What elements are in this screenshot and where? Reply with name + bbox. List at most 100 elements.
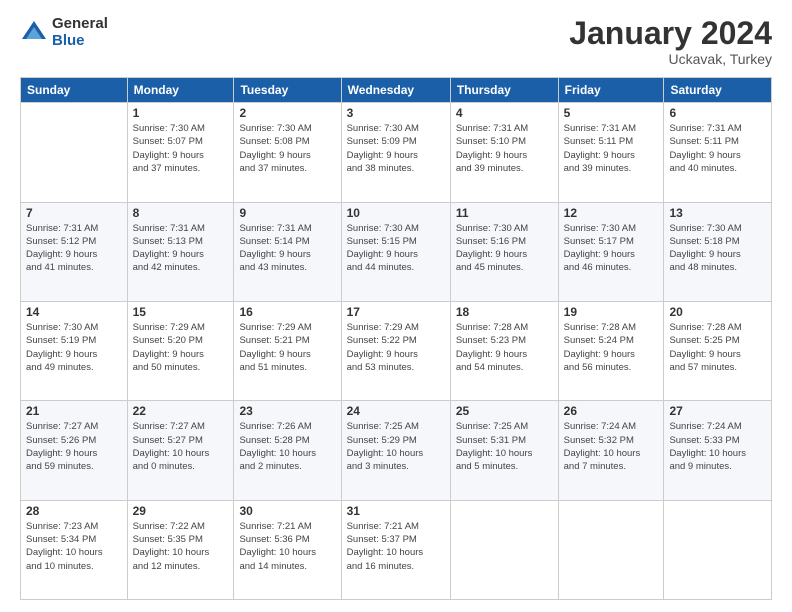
calendar-cell: 26 Sunrise: 7:24 AMSunset: 5:32 PMDayligh… <box>558 401 664 500</box>
calendar-cell: 27Sunrise: 7:24 AMSunset: 5:33 PMDayligh… <box>664 401 772 500</box>
calendar-cell: 4Sunrise: 7:31 AMSunset: 5:10 PMDaylight… <box>450 103 558 202</box>
calendar-cell: 8 Sunrise: 7:31 AMSunset: 5:13 PMDaylight… <box>127 202 234 301</box>
day-info: Sunrise: 7:30 AMSunset: 5:17 PMDaylight:… <box>564 222 659 275</box>
calendar-cell: 10 Sunrise: 7:30 AMSunset: 5:15 PMDayligh… <box>341 202 450 301</box>
calendar-cell: 20Sunrise: 7:28 AMSunset: 5:25 PMDayligh… <box>664 301 772 400</box>
day-info: Sunrise: 7:29 AMSunset: 5:21 PMDaylight:… <box>239 321 335 374</box>
weekday-header-sunday: Sunday <box>21 78 128 103</box>
day-info: Sunrise: 7:30 AMSunset: 5:19 PMDaylight:… <box>26 321 122 374</box>
calendar-week-4: 21 Sunrise: 7:27 AMSunset: 5:26 PMDayligh… <box>21 401 772 500</box>
day-info: Sunrise: 7:31 AMSunset: 5:12 PMDaylight:… <box>26 222 122 275</box>
day-number: 28 <box>26 504 122 518</box>
day-number: 9 <box>239 206 335 220</box>
day-number: 14 <box>26 305 122 319</box>
day-number: 29 <box>133 504 229 518</box>
day-info: Sunrise: 7:31 AMSunset: 5:11 PMDaylight:… <box>564 122 659 175</box>
day-number: 30 <box>239 504 335 518</box>
day-number: 27 <box>669 404 766 418</box>
logo-text: General Blue <box>52 16 108 49</box>
calendar-cell: 19Sunrise: 7:28 AMSunset: 5:24 PMDayligh… <box>558 301 664 400</box>
logo-general-text: General <box>52 16 108 33</box>
calendar-cell: 30 Sunrise: 7:21 AMSunset: 5:36 PMDayligh… <box>234 500 341 599</box>
calendar-cell <box>664 500 772 599</box>
weekday-header-wednesday: Wednesday <box>341 78 450 103</box>
day-info: Sunrise: 7:22 AMSunset: 5:35 PMDaylight:… <box>133 520 229 573</box>
day-number: 22 <box>133 404 229 418</box>
day-info: Sunrise: 7:27 AMSunset: 5:27 PMDaylight:… <box>133 420 229 473</box>
calendar-header: SundayMondayTuesdayWednesdayThursdayFrid… <box>21 78 772 103</box>
weekday-header-monday: Monday <box>127 78 234 103</box>
day-number: 31 <box>347 504 445 518</box>
calendar-cell: 12 Sunrise: 7:30 AMSunset: 5:17 PMDayligh… <box>558 202 664 301</box>
day-info: Sunrise: 7:21 AMSunset: 5:36 PMDaylight:… <box>239 520 335 573</box>
day-info: Sunrise: 7:30 AMSunset: 5:07 PMDaylight:… <box>133 122 229 175</box>
day-info: Sunrise: 7:24 AMSunset: 5:32 PMDaylight:… <box>564 420 659 473</box>
day-info: Sunrise: 7:30 AMSunset: 5:09 PMDaylight:… <box>347 122 445 175</box>
day-info: Sunrise: 7:31 AMSunset: 5:11 PMDaylight:… <box>669 122 766 175</box>
day-info: Sunrise: 7:27 AMSunset: 5:26 PMDaylight:… <box>26 420 122 473</box>
calendar-week-5: 28Sunrise: 7:23 AMSunset: 5:34 PMDayligh… <box>21 500 772 599</box>
calendar-cell: 21 Sunrise: 7:27 AMSunset: 5:26 PMDayligh… <box>21 401 128 500</box>
weekday-header-saturday: Saturday <box>664 78 772 103</box>
calendar-cell: 16Sunrise: 7:29 AMSunset: 5:21 PMDayligh… <box>234 301 341 400</box>
day-info: Sunrise: 7:28 AMSunset: 5:25 PMDaylight:… <box>669 321 766 374</box>
calendar-cell: 14 Sunrise: 7:30 AMSunset: 5:19 PMDayligh… <box>21 301 128 400</box>
day-info: Sunrise: 7:30 AMSunset: 5:18 PMDaylight:… <box>669 222 766 275</box>
calendar-week-2: 7 Sunrise: 7:31 AMSunset: 5:12 PMDaylight… <box>21 202 772 301</box>
day-number: 4 <box>456 106 553 120</box>
day-number: 23 <box>239 404 335 418</box>
weekday-header-thursday: Thursday <box>450 78 558 103</box>
day-info: Sunrise: 7:29 AMSunset: 5:22 PMDaylight:… <box>347 321 445 374</box>
calendar-cell: 24Sunrise: 7:25 AMSunset: 5:29 PMDayligh… <box>341 401 450 500</box>
weekday-header-tuesday: Tuesday <box>234 78 341 103</box>
day-number: 6 <box>669 106 766 120</box>
day-number: 11 <box>456 206 553 220</box>
day-number: 12 <box>564 206 659 220</box>
day-number: 17 <box>347 305 445 319</box>
header: General Blue January 2024 Uckavak, Turke… <box>20 16 772 67</box>
calendar-cell <box>21 103 128 202</box>
day-info: Sunrise: 7:30 AMSunset: 5:16 PMDaylight:… <box>456 222 553 275</box>
calendar-cell: 6 Sunrise: 7:31 AMSunset: 5:11 PMDaylight… <box>664 103 772 202</box>
calendar-body: 1 Sunrise: 7:30 AMSunset: 5:07 PMDaylight… <box>21 103 772 600</box>
day-info: Sunrise: 7:31 AMSunset: 5:13 PMDaylight:… <box>133 222 229 275</box>
day-number: 26 <box>564 404 659 418</box>
day-number: 25 <box>456 404 553 418</box>
day-info: Sunrise: 7:28 AMSunset: 5:23 PMDaylight:… <box>456 321 553 374</box>
day-info: Sunrise: 7:30 AMSunset: 5:15 PMDaylight:… <box>347 222 445 275</box>
calendar-week-1: 1 Sunrise: 7:30 AMSunset: 5:07 PMDaylight… <box>21 103 772 202</box>
day-number: 13 <box>669 206 766 220</box>
calendar-cell: 22 Sunrise: 7:27 AMSunset: 5:27 PMDayligh… <box>127 401 234 500</box>
logo: General Blue <box>20 16 108 49</box>
logo-icon <box>20 19 48 47</box>
day-number: 8 <box>133 206 229 220</box>
weekday-header-friday: Friday <box>558 78 664 103</box>
calendar-week-3: 14 Sunrise: 7:30 AMSunset: 5:19 PMDayligh… <box>21 301 772 400</box>
day-number: 7 <box>26 206 122 220</box>
calendar-cell: 7 Sunrise: 7:31 AMSunset: 5:12 PMDaylight… <box>21 202 128 301</box>
calendar-location: Uckavak, Turkey <box>569 51 772 67</box>
day-number: 2 <box>239 106 335 120</box>
calendar-cell: 31Sunrise: 7:21 AMSunset: 5:37 PMDayligh… <box>341 500 450 599</box>
day-info: Sunrise: 7:25 AMSunset: 5:31 PMDaylight:… <box>456 420 553 473</box>
day-number: 21 <box>26 404 122 418</box>
calendar-cell <box>450 500 558 599</box>
calendar-cell: 9 Sunrise: 7:31 AMSunset: 5:14 PMDaylight… <box>234 202 341 301</box>
day-number: 10 <box>347 206 445 220</box>
calendar-cell: 29 Sunrise: 7:22 AMSunset: 5:35 PMDayligh… <box>127 500 234 599</box>
weekday-row: SundayMondayTuesdayWednesdayThursdayFrid… <box>21 78 772 103</box>
calendar-cell <box>558 500 664 599</box>
calendar-cell: 13 Sunrise: 7:30 AMSunset: 5:18 PMDayligh… <box>664 202 772 301</box>
day-number: 1 <box>133 106 229 120</box>
day-info: Sunrise: 7:25 AMSunset: 5:29 PMDaylight:… <box>347 420 445 473</box>
calendar-cell: 18 Sunrise: 7:28 AMSunset: 5:23 PMDayligh… <box>450 301 558 400</box>
calendar-cell: 15Sunrise: 7:29 AMSunset: 5:20 PMDayligh… <box>127 301 234 400</box>
calendar-title: January 2024 <box>569 16 772 51</box>
day-number: 3 <box>347 106 445 120</box>
day-info: Sunrise: 7:29 AMSunset: 5:20 PMDaylight:… <box>133 321 229 374</box>
logo-blue-text: Blue <box>52 33 108 50</box>
day-number: 19 <box>564 305 659 319</box>
day-info: Sunrise: 7:31 AMSunset: 5:14 PMDaylight:… <box>239 222 335 275</box>
day-number: 18 <box>456 305 553 319</box>
calendar-cell: 25 Sunrise: 7:25 AMSunset: 5:31 PMDayligh… <box>450 401 558 500</box>
